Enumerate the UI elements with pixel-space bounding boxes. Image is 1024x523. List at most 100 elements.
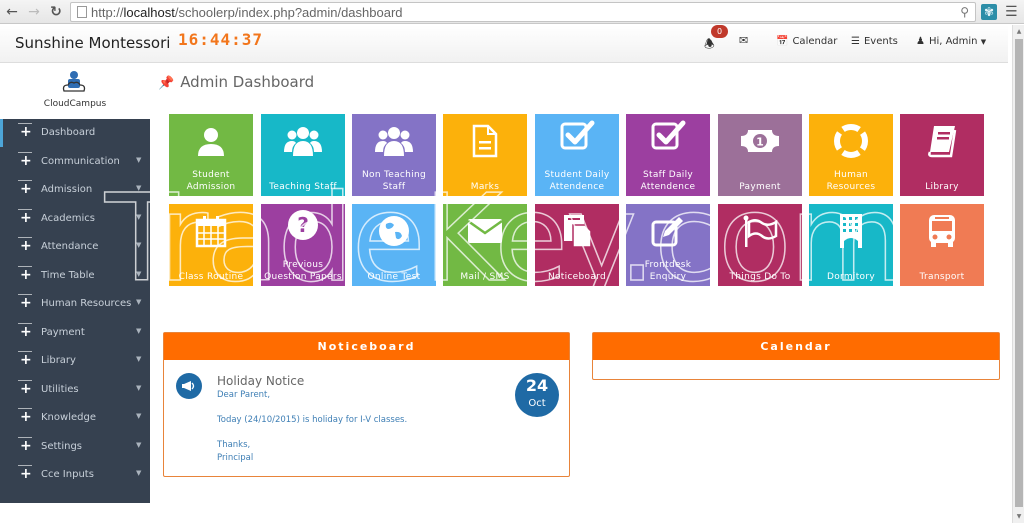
tile-label: Class Routine: [178, 272, 244, 282]
sidebar-item-time-table[interactable]: + Time Table ▼: [0, 262, 150, 290]
globe-icon: [352, 214, 436, 248]
logo[interactable]: CloudCampus: [0, 63, 150, 119]
calendar-panel: Calendar: [592, 332, 1000, 380]
sidebar-item-human-resources[interactable]: + Human Resources ▼: [0, 290, 150, 318]
sidebar-item-admission[interactable]: + Admission ▼: [0, 176, 150, 204]
scroll-down-icon[interactable]: ▼: [1015, 513, 1023, 520]
sidebar-item-dashboard[interactable]: + Dashboard: [0, 119, 150, 147]
tile-student-daily-attendence[interactable]: Student Daily Attendence: [535, 114, 619, 196]
tile-label: Mail / SMS: [460, 272, 510, 282]
calendar-link[interactable]: 📅 Calendar: [776, 36, 837, 47]
sidebar-item-label: Utilities: [41, 383, 79, 395]
cloud-campus-logo-icon: [62, 71, 86, 92]
sidebar-item-label: Academics: [41, 212, 96, 224]
sidebar-item-label: Admission: [41, 184, 93, 195]
sidebar-item-label: Payment: [41, 326, 85, 338]
question-icon: ?: [261, 208, 345, 242]
events-link[interactable]: ☰ Events: [851, 36, 898, 47]
notice-date-month: Oct: [528, 398, 546, 409]
plus-icon: +: [18, 237, 32, 254]
noticeboard-header: Noticeboard: [164, 333, 569, 360]
plus-icon: +: [18, 408, 32, 425]
svg-text:1: 1: [756, 136, 764, 149]
bus-icon: [900, 214, 984, 248]
tile-marks[interactable]: Marks: [443, 114, 527, 196]
sidebar-item-label: Library: [41, 355, 76, 366]
page-title: 📌 Admin Dashboard: [158, 73, 314, 91]
plus-icon: +: [18, 351, 32, 368]
tile-label: Staff Daily Attendence: [640, 170, 696, 192]
caret-down-icon: ▼: [136, 184, 142, 192]
notice-line: Today (24/10/2015) is holiday for I-V cl…: [217, 415, 408, 425]
plus-icon: +: [18, 265, 32, 283]
tile-label: Non Teaching Staff: [362, 170, 426, 192]
scroll-up-icon[interactable]: ▲: [1015, 28, 1023, 35]
tile-noticeboard[interactable]: Noticeboard: [535, 204, 619, 286]
sidebar-item-label: Attendance: [41, 241, 99, 252]
tile-transport[interactable]: Transport: [900, 204, 984, 286]
sidebar: + Dashboard + Communication ▼ + Admission ▼ + Aca…: [0, 119, 150, 503]
tile-mail-sms[interactable]: Mail / SMS: [443, 204, 527, 286]
tile-dormitory[interactable]: Dormitory: [809, 204, 893, 286]
tile-previous-question-papers[interactable]: ? Previous Question Papers: [261, 204, 345, 286]
forward-arrow-icon[interactable]: →: [26, 3, 42, 21]
sidebar-item-attendance[interactable]: + Attendance ▼: [0, 233, 150, 261]
sidebar-item-label: Communication: [41, 155, 120, 167]
back-arrow-icon[interactable]: ←: [4, 3, 20, 21]
plus-icon: +: [18, 379, 32, 397]
caret-down-icon: ▼: [136, 269, 142, 278]
calendar-panel-header: Calendar: [593, 333, 999, 360]
sidebar-item-cce-inputs[interactable]: + Cce Inputs ▼: [0, 461, 150, 489]
reload-icon[interactable]: ↻: [48, 3, 64, 21]
sidebar-item-payment[interactable]: + Payment ▼: [0, 319, 150, 347]
sidebar-item-communication[interactable]: + Communication ▼: [0, 148, 150, 176]
plus-icon: +: [18, 294, 32, 311]
tile-non-teaching-staff[interactable]: Non Teaching Staff: [352, 114, 436, 196]
sidebar-item-utilities[interactable]: + Utilities ▼: [0, 376, 150, 404]
checkbox-icon: [535, 118, 619, 152]
key-icon[interactable]: ⚲: [960, 5, 969, 19]
users-icon: [261, 124, 345, 158]
list-icon: ☰: [851, 36, 860, 47]
tile-label: Teaching Staff: [269, 182, 337, 192]
tile-human-resources[interactable]: Human Resources: [809, 114, 893, 196]
pushpin-icon: 📌: [158, 76, 175, 91]
page-title-text: Admin Dashboard: [180, 73, 315, 91]
sidebar-item-knowledge[interactable]: + Knowledge ▼: [0, 404, 150, 432]
extension-icon[interactable]: ✾: [981, 4, 997, 20]
sidebar-item-academics[interactable]: + Academics ▼: [0, 205, 150, 233]
envelope-icon[interactable]: ✉: [739, 34, 748, 47]
school-name[interactable]: Sunshine Montessori: [15, 34, 170, 52]
tile-library[interactable]: Library: [900, 114, 984, 196]
bell-icon[interactable]: 🕭: [704, 35, 715, 56]
caret-down-icon: ▼: [136, 155, 142, 164]
tile-student-admission[interactable]: Student Admission: [169, 114, 253, 196]
sidebar-item-settings[interactable]: + Settings ▼: [0, 433, 150, 461]
calendar-icon: 📅: [776, 36, 789, 47]
tile-staff-daily-attendence[interactable]: Staff Daily Attendence: [626, 114, 710, 196]
plus-icon: +: [18, 436, 32, 454]
tile-teaching-staff[interactable]: Teaching Staff: [261, 114, 345, 196]
tile-online-test[interactable]: Online Test: [352, 204, 436, 286]
notice-heading[interactable]: Holiday Notice: [217, 374, 304, 388]
tile-label: Dormitory: [826, 272, 875, 282]
sidebar-item-library[interactable]: + Library ▼: [0, 347, 150, 375]
plus-icon: +: [18, 322, 32, 340]
files-icon: [535, 214, 619, 248]
caret-down-icon: ▼: [136, 469, 142, 477]
address-bar[interactable]: http://localhost/schoolerp/index.php?adm…: [70, 2, 976, 22]
user-menu[interactable]: ♟ Hi, Admin ▼: [916, 36, 986, 47]
caret-down-icon: ▼: [136, 241, 142, 249]
scroll-thumb[interactable]: [1015, 39, 1023, 507]
plus-icon: +: [18, 151, 32, 169]
tile-payment[interactable]: 1 Payment: [718, 114, 802, 196]
page-scrollbar[interactable]: ▲ ▼: [1012, 25, 1024, 523]
tile-things-do-to[interactable]: Things Do To: [718, 204, 802, 286]
hamburger-menu-icon[interactable]: ☰: [1005, 3, 1018, 21]
tile-class-routine[interactable]: Class Routine: [169, 204, 253, 286]
flag-icon: [718, 214, 802, 248]
money-icon: 1: [718, 124, 802, 158]
building-icon: [809, 214, 893, 248]
tile-frontdesk-enquiry[interactable]: Frontdesk Enquiry: [626, 204, 710, 286]
tile-label: Previous Question Papers: [264, 260, 342, 282]
